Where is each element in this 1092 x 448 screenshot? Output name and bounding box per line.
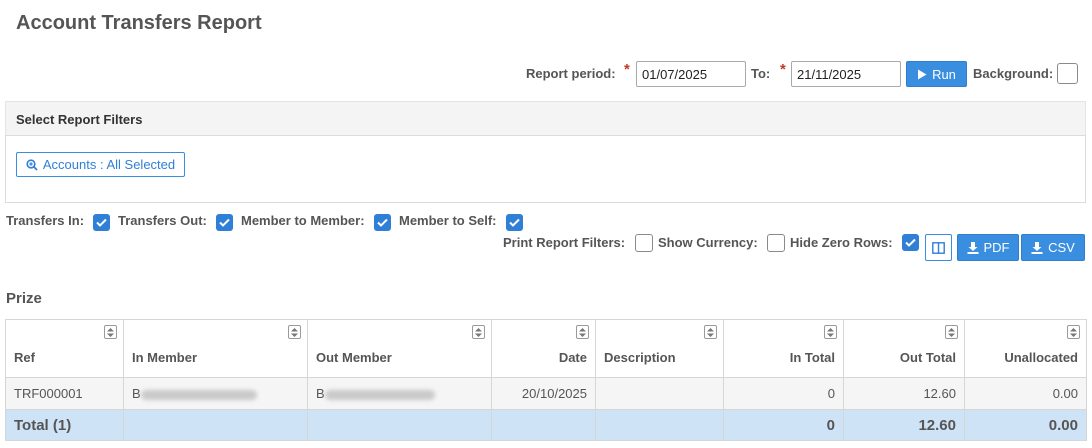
member-to-self-label: Member to Self: [399,213,497,228]
download-icon [967,241,978,254]
check-icon [219,218,230,227]
background-checkbox[interactable] [1057,63,1078,84]
export-csv-label: CSV [1048,240,1075,255]
run-button[interactable]: Run [906,61,967,87]
columns-icon [932,241,945,254]
accounts-filter-label: Accounts : All Selected [42,157,176,172]
hide-zero-rows-checkbox[interactable] [902,234,919,251]
check-icon [905,238,916,247]
hide-zero-rows-label: Hide Zero Rows: [790,235,893,250]
total-row: Total (1) 0 12.60 0.00 [5,409,1087,441]
check-icon [96,218,107,227]
total-cell-empty [307,409,492,441]
total-cell-empty [491,409,596,441]
download-icon [1031,241,1043,254]
sort-icon[interactable] [472,325,485,339]
export-pdf-label: PDF [983,240,1010,255]
check-icon [377,218,388,227]
period-to-label: To: [751,66,771,81]
column-header-in-member[interactable]: In Member [123,319,308,378]
table-row[interactable]: TRF000001 B B 20/10/2025 0 12.60 0.00 [5,377,1087,410]
sort-icon[interactable] [576,325,589,339]
total-label: Total (1) [5,409,124,441]
report-period-label: Report period: [526,66,616,81]
cell-out-total: 12.60 [843,377,965,410]
column-chooser-button[interactable] [925,234,952,261]
filters-panel-title: Select Report Filters [16,112,143,127]
show-currency-checkbox[interactable] [767,234,785,252]
sort-icon[interactable] [1067,325,1080,339]
column-header-out-member[interactable]: Out Member [307,319,492,378]
total-unallocated: 0.00 [964,409,1087,441]
member-to-member-label: Member to Member: [241,213,365,228]
cell-out-member: B [307,377,492,410]
print-report-filters-label: Print Report Filters: [503,235,626,250]
total-in-total: 0 [723,409,844,441]
cell-description [595,377,724,410]
check-icon [509,218,520,227]
transfers-in-label: Transfers In: [6,213,85,228]
cell-unallocated: 0.00 [964,377,1087,410]
background-label: Background: [973,66,1054,81]
column-header-unallocated[interactable]: Unallocated [964,319,1087,378]
sort-icon[interactable] [704,325,717,339]
transfers-in-checkbox[interactable] [93,214,110,231]
member-to-self-checkbox[interactable] [506,214,523,231]
cell-in-total: 0 [723,377,844,410]
sort-icon[interactable] [104,325,117,339]
sort-icon[interactable] [945,325,958,339]
magnifier-plus-icon [26,158,38,171]
cell-date: 20/10/2025 [491,377,596,410]
cell-in-member: B [123,377,308,410]
period-from-input[interactable] [636,61,746,87]
page-title: Account Transfers Report [16,12,262,34]
export-pdf-button[interactable]: PDF [957,234,1019,261]
period-to-input[interactable] [791,61,901,87]
transfers-out-label: Transfers Out: [118,213,207,228]
sort-icon[interactable] [288,325,301,339]
required-marker: * [624,61,630,78]
show-currency-label: Show Currency: [658,235,758,250]
sort-icon[interactable] [824,325,837,339]
accounts-filter-button[interactable]: Accounts : All Selected [16,152,185,177]
transfers-table: Ref In Member Out Member Date Descriptio… [5,319,1087,441]
total-cell-empty [595,409,724,441]
print-report-filters-checkbox[interactable] [635,234,653,252]
required-marker: * [780,61,786,78]
run-button-label: Run [932,66,956,82]
total-out-total: 12.60 [843,409,965,441]
filters-panel-header: Select Report Filters [5,101,1086,135]
cell-ref: TRF000001 [5,377,124,410]
column-header-description[interactable]: Description [595,319,724,378]
column-header-ref[interactable]: Ref [5,319,124,378]
total-cell-empty [123,409,308,441]
redacted-text [324,389,435,400]
column-header-in-total[interactable]: In Total [723,319,844,378]
member-to-member-checkbox[interactable] [374,214,391,231]
column-header-date[interactable]: Date [491,319,596,378]
transfers-out-checkbox[interactable] [216,214,233,231]
play-icon [918,69,927,79]
section-title: Prize [6,290,42,307]
redacted-text [140,389,257,400]
export-csv-button[interactable]: CSV [1021,234,1085,261]
column-header-out-total[interactable]: Out Total [843,319,965,378]
